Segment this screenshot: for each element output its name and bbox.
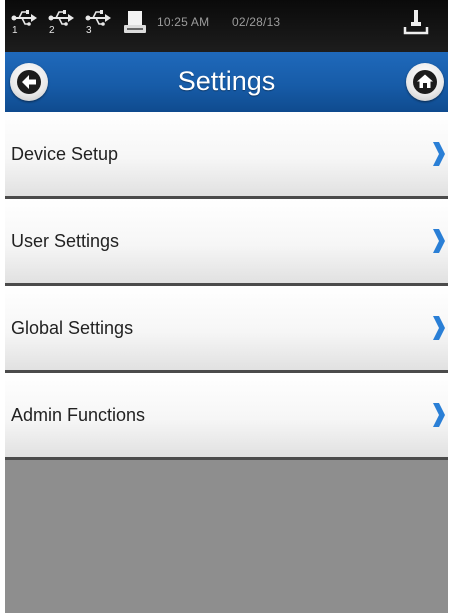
home-icon [413, 70, 437, 94]
usb-port-number: 2 [49, 25, 55, 36]
home-button[interactable] [406, 63, 444, 101]
page-title: Settings [177, 66, 276, 96]
back-button[interactable] [10, 63, 48, 101]
device-screen: 1 2 3 10:25 AM 02/28/13 Settings Device … [5, 0, 448, 613]
printer-icon [124, 11, 146, 33]
chevron-right-icon [433, 403, 445, 427]
usb-port-number: 1 [12, 25, 18, 36]
settings-menu: Device Setup User Settings Global Settin… [5, 112, 448, 460]
chevron-right-icon [433, 142, 445, 166]
status-bar: 1 2 3 10:25 AM 02/28/13 [5, 0, 448, 52]
menu-item-label: Admin Functions [11, 405, 146, 425]
title-bar: Settings [5, 52, 448, 112]
network-icon [403, 10, 429, 35]
chevron-right-icon [433, 229, 445, 253]
usb-port-1-indicator: 1 [11, 9, 37, 37]
usb-port-number: 3 [86, 25, 92, 36]
usb-port-3-indicator: 3 [85, 9, 111, 37]
menu-item-admin-functions[interactable]: Admin Functions [5, 373, 448, 460]
menu-item-device-setup[interactable]: Device Setup [5, 112, 448, 199]
menu-item-label: Global Settings [11, 318, 134, 338]
status-date: 02/28/13 [232, 15, 281, 29]
menu-item-label: Device Setup [11, 144, 119, 164]
status-time: 10:25 AM [157, 15, 210, 29]
menu-item-user-settings[interactable]: User Settings [5, 199, 448, 286]
usb-port-2-indicator: 2 [48, 9, 74, 37]
chevron-right-icon [433, 316, 445, 340]
menu-item-label: User Settings [11, 231, 120, 251]
arrow-left-icon [17, 70, 41, 94]
menu-item-global-settings[interactable]: Global Settings [5, 286, 448, 373]
